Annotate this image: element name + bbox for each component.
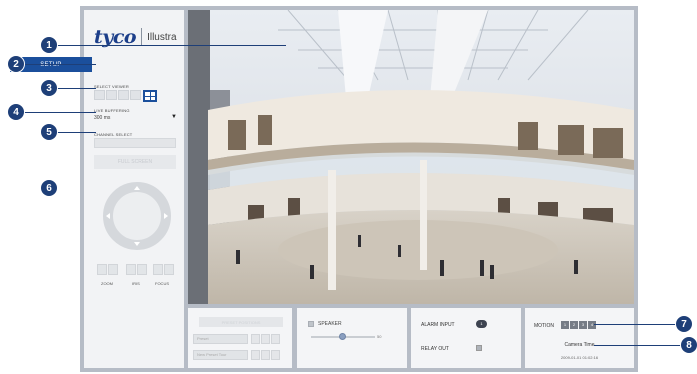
zoom-out-button[interactable]	[97, 264, 107, 275]
select-viewer-options	[94, 90, 157, 102]
motion-zone-indicators: 1 2 3 4	[561, 321, 596, 329]
live-buffering-label: LIVE BUFFERING	[94, 108, 130, 113]
motion-zone-4: 4	[588, 321, 596, 329]
preset-delete-button[interactable]	[271, 334, 280, 344]
speaker-volume-handle[interactable]	[339, 333, 346, 340]
status-panel: MOTION 1 2 3 4 Camera Time 2009-01-01 01…	[525, 308, 634, 368]
iris-label: IRIS	[132, 281, 140, 286]
alarm-input-label: ALARM INPUT	[421, 322, 455, 328]
camera-time-value: 2009-01-01 01:02:16	[560, 355, 599, 360]
focus-controls	[153, 264, 174, 275]
callout-4: 4	[8, 104, 24, 120]
pan-left-icon[interactable]	[106, 213, 110, 219]
iris-open-button[interactable]	[137, 264, 147, 275]
select-viewer-label: SELECT VIEWER	[94, 84, 129, 89]
preset-select[interactable]: Preset	[193, 334, 248, 344]
pan-up-icon[interactable]	[134, 186, 140, 190]
brand-logo: tyco Illustra	[94, 22, 177, 52]
preset-actions	[251, 334, 280, 344]
channel-select-label: CHANNEL SELECT	[94, 132, 133, 137]
live-buffering-select[interactable]: 300 ms	[94, 115, 110, 121]
callout-1-leader	[56, 45, 286, 46]
live-video-feed[interactable]	[188, 10, 634, 304]
callout-7-leader	[594, 324, 682, 325]
io-panel: ALARM INPUT 1 RELAY OUT	[411, 308, 521, 368]
focus-far-button[interactable]	[164, 264, 174, 275]
preset-positions-button[interactable]: PRESET POSITIONS	[199, 317, 283, 327]
zoom-controls	[97, 264, 118, 275]
callout-1: 1	[41, 37, 57, 53]
viewer-grid-icon[interactable]	[143, 90, 157, 102]
relay-out-label: RELAY OUT	[421, 346, 449, 352]
logo-divider	[141, 28, 143, 46]
full-screen-button[interactable]: FULL SCREEN	[94, 155, 176, 169]
callout-8: 8	[681, 337, 697, 353]
focus-near-button[interactable]	[153, 264, 163, 275]
speaker-volume-value: 50	[377, 334, 382, 339]
callout-4-leader	[24, 112, 96, 113]
zoom-in-button[interactable]	[108, 264, 118, 275]
callout-5: 5	[41, 124, 57, 140]
preset-panel: PRESET POSITIONS Preset New Preset Tour	[188, 308, 292, 368]
callout-3: 3	[41, 80, 57, 96]
callout-7: 7	[676, 316, 692, 332]
callout-2-leader	[24, 64, 96, 65]
iris-controls	[126, 264, 147, 275]
callout-6: 6	[41, 180, 57, 196]
viewer-option-2[interactable]	[106, 90, 117, 100]
pan-down-icon[interactable]	[134, 242, 140, 246]
callout-5-leader	[56, 132, 96, 133]
callout-2: 2	[8, 56, 24, 72]
viewer-option-3[interactable]	[118, 90, 129, 100]
focus-label: FOCUS	[155, 281, 169, 286]
pan-right-icon[interactable]	[164, 213, 168, 219]
alarm-input-indicator: 1	[476, 320, 487, 328]
iris-close-button[interactable]	[126, 264, 136, 275]
callout-8-leader	[594, 345, 685, 346]
preset-go-button[interactable]	[251, 334, 260, 344]
viewer-option-4[interactable]	[130, 90, 141, 100]
preset-tour-actions	[251, 350, 280, 360]
audio-panel: SPEAKER 50	[297, 308, 407, 368]
motion-zone-2: 2	[570, 321, 578, 329]
preset-save-button[interactable]	[261, 334, 270, 344]
relay-out-toggle[interactable]	[476, 345, 482, 351]
channel-select-dropdown[interactable]	[94, 138, 176, 148]
chevron-down-icon[interactable]: ▼	[171, 114, 177, 120]
speaker-label: SPEAKER	[318, 321, 342, 327]
motion-zone-1: 1	[561, 321, 569, 329]
logo-product: Illustra	[147, 31, 177, 43]
motion-label: MOTION	[534, 323, 554, 329]
motion-zone-3: 3	[579, 321, 587, 329]
video-image	[188, 10, 634, 304]
preset-tour-select[interactable]: New Preset Tour	[193, 350, 248, 360]
ptz-control-wheel[interactable]	[103, 182, 171, 250]
tour-save-button[interactable]	[261, 350, 270, 360]
callout-3-leader	[56, 88, 96, 89]
speaker-checkbox[interactable]	[308, 321, 314, 327]
zoom-label: ZOOM	[101, 281, 113, 286]
tour-delete-button[interactable]	[271, 350, 280, 360]
tour-play-button[interactable]	[251, 350, 260, 360]
viewer-option-1[interactable]	[94, 90, 105, 100]
